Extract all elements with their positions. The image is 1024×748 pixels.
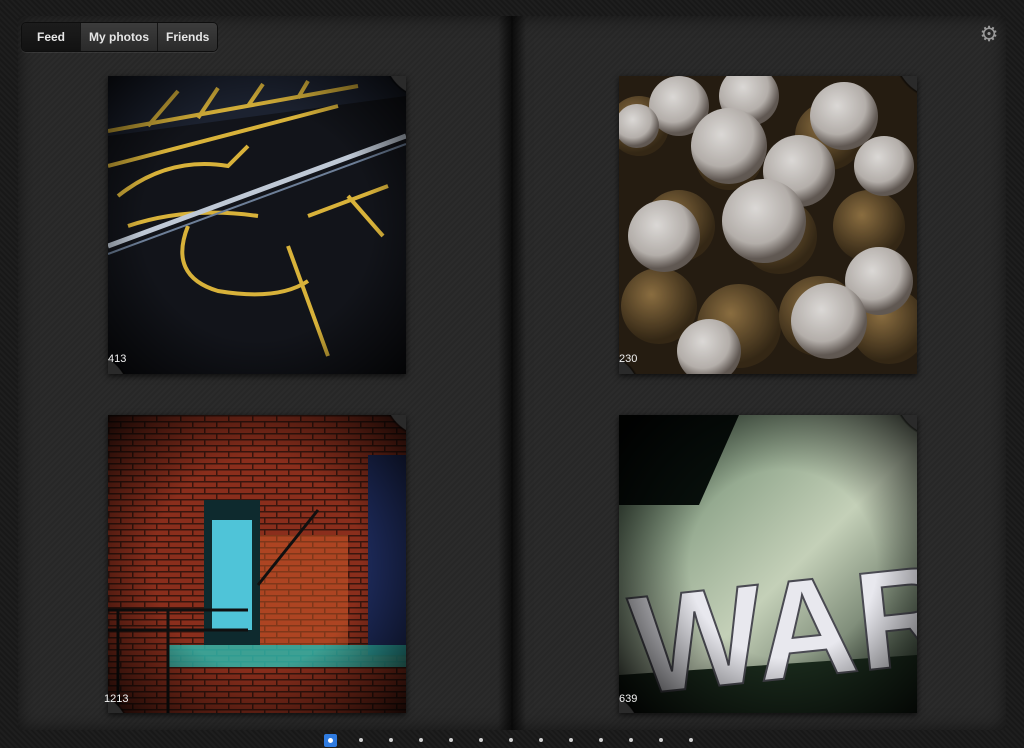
page-dot[interactable] (479, 738, 483, 742)
page-dot[interactable] (659, 738, 663, 742)
book-spine (498, 16, 526, 730)
brick-building-photo (108, 415, 406, 713)
cookies-photo (619, 76, 917, 374)
page-dot[interactable] (539, 738, 543, 742)
parking-lot-photo (108, 76, 406, 374)
gear-icon[interactable]: ⚙ (978, 24, 1000, 46)
page-dot[interactable] (569, 738, 573, 742)
page-dot[interactable] (689, 738, 693, 742)
page-dot[interactable] (509, 738, 513, 742)
page-indicator (324, 733, 706, 747)
page-dot[interactable] (629, 738, 633, 742)
page-dot-active[interactable] (324, 733, 337, 747)
like-count: 639 (619, 693, 638, 705)
like-count: 230 (619, 353, 638, 365)
tab-feed[interactable]: Feed (22, 23, 82, 51)
page-dot[interactable] (599, 738, 603, 742)
photo-card[interactable] (619, 76, 917, 374)
page-dot[interactable] (419, 738, 423, 742)
tab-my-photos[interactable]: My photos (81, 23, 159, 51)
photo-card[interactable] (108, 76, 406, 374)
like-count: 1213 (104, 693, 129, 705)
photo-card[interactable]: WAR (619, 415, 917, 713)
page-dot[interactable] (359, 738, 363, 742)
view-switcher: Feed My photos Friends (21, 22, 219, 52)
war-sign-photo: WAR (619, 415, 917, 713)
photo-card[interactable] (108, 415, 406, 713)
page-dot[interactable] (389, 738, 393, 742)
like-count: 413 (108, 353, 127, 365)
tab-friends[interactable]: Friends (158, 23, 218, 51)
page-dot[interactable] (449, 738, 453, 742)
